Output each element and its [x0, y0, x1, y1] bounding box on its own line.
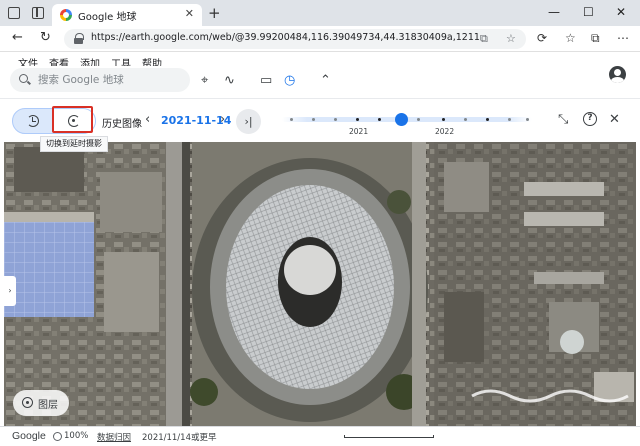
zoom-level: 100% [64, 431, 89, 441]
menu-tools[interactable]: 工具 [111, 59, 142, 66]
window-close-button[interactable]: ✕ [616, 5, 626, 19]
previous-date-chevron-icon[interactable]: ‹ [145, 112, 150, 127]
window-maximize-button[interactable]: ☐ [583, 5, 594, 19]
compress-icon[interactable]: ⤡ [558, 112, 568, 127]
placemark-icon[interactable]: ⌖ [201, 73, 208, 88]
jump-to-latest-button[interactable]: ›| [236, 109, 261, 134]
timeline-tick [526, 118, 529, 121]
extensions-icon[interactable]: ⟳ [537, 31, 547, 45]
browser-toolbar: ← ↻ https://earth.google.com/web/@39.992… [0, 26, 640, 52]
timeline-tick [508, 118, 511, 121]
timeline-tick [312, 118, 315, 121]
measure-ruler-icon[interactable]: ▭ [260, 73, 272, 88]
tab-title: Google 地球 [78, 12, 137, 23]
layers-button[interactable]: 图层 [13, 390, 69, 416]
google-earth-favicon-icon [60, 9, 72, 21]
imagery-mode-toggle [12, 108, 96, 134]
earth-header: 文件查看添加工具帮助 ⌖ ∿ ▭ ◷ ⌃ [0, 52, 640, 98]
tab-actions-icon[interactable] [32, 7, 44, 19]
timeline-tick [334, 118, 337, 121]
url-text[interactable]: https://earth.google.com/web/@39.9920048… [91, 32, 481, 43]
historical-imagery-label: 历史图像 [102, 119, 142, 130]
address-bar[interactable]: https://earth.google.com/web/@39.9920048… [64, 29, 526, 49]
path-tool-icon[interactable]: ∿ [224, 73, 235, 88]
google-logo: Google [12, 430, 46, 442]
layers-label: 图层 [38, 400, 58, 411]
layers-icon [22, 397, 33, 408]
next-date-chevron-icon[interactable]: › [220, 112, 225, 127]
search-input[interactable] [38, 72, 188, 88]
menu-help[interactable]: 帮助 [142, 59, 173, 66]
history-clock-icon [27, 115, 39, 127]
timeline-thumb[interactable] [395, 113, 408, 126]
window-minimize-button[interactable]: — [548, 5, 560, 19]
reload-icon[interactable]: ↻ [40, 30, 51, 45]
watermark-graphic [471, 389, 629, 403]
browser-tab-strip: Google 地球 ✕ + — ☐ ✕ [0, 0, 640, 26]
collections-icon[interactable]: ⧉ [591, 31, 600, 46]
search-icon [19, 74, 28, 83]
earth-status-bar: Google 100% 数据归因 2021/11/14或更早 [0, 426, 640, 446]
timeline-tick [464, 118, 467, 121]
back-arrow-icon[interactable]: ← [12, 30, 23, 45]
favorites-icon[interactable]: ☆ [565, 31, 576, 45]
historical-imagery-icon[interactable]: ◷ [284, 73, 295, 88]
browser-tab-google-earth[interactable]: Google 地球 ✕ [52, 4, 202, 26]
browser-menu-icon[interactable]: ⋯ [617, 31, 629, 45]
close-icon[interactable]: ✕ [609, 112, 620, 127]
menu-add[interactable]: 添加 [80, 59, 111, 66]
help-icon[interactable]: ? [583, 112, 597, 126]
timeline-year-label: 2022 [435, 127, 455, 136]
timeline-tick [290, 118, 293, 121]
lock-icon [74, 33, 84, 44]
timelapse-button[interactable] [54, 109, 95, 133]
map-scale-bar [344, 435, 434, 438]
side-panel-expand-handle[interactable]: › [4, 276, 16, 306]
timeline-tick [356, 118, 359, 121]
satellite-map-view[interactable] [4, 142, 636, 426]
earth-menu-bar: 文件 查看 添加 工具 帮助 [18, 52, 173, 66]
open-in-app-icon[interactable]: ⧉ [480, 32, 488, 46]
browser-profile-icon[interactable] [8, 7, 20, 19]
timelapse-tooltip: 切换到延时摄影 [40, 136, 108, 152]
collapse-chevron-icon[interactable]: ⌃ [320, 73, 331, 88]
menu-file[interactable]: 文件 [18, 59, 49, 66]
timeline-tick [442, 118, 445, 121]
tab-close-icon[interactable]: ✕ [185, 7, 194, 20]
earth-search-box[interactable] [10, 68, 190, 92]
imagery-timeline-slider[interactable]: 2021 2022 [282, 105, 532, 139]
imagery-date-status: 2021/11/14或更早 [142, 433, 217, 443]
timeline-tick [378, 118, 381, 121]
new-tab-button[interactable]: + [208, 4, 221, 22]
timeline-tick [417, 118, 420, 121]
menu-view[interactable]: 查看 [49, 59, 80, 66]
timeline-year-label: 2021 [349, 127, 369, 136]
timelapse-icon [68, 115, 80, 127]
account-avatar[interactable] [609, 66, 626, 83]
favorite-star-icon[interactable]: ☆ [506, 32, 516, 45]
globe-icon [53, 432, 62, 441]
historical-imagery-button[interactable] [13, 109, 54, 133]
timeline-tick [486, 118, 489, 121]
data-attribution-link[interactable]: 数据归因 [97, 431, 131, 443]
